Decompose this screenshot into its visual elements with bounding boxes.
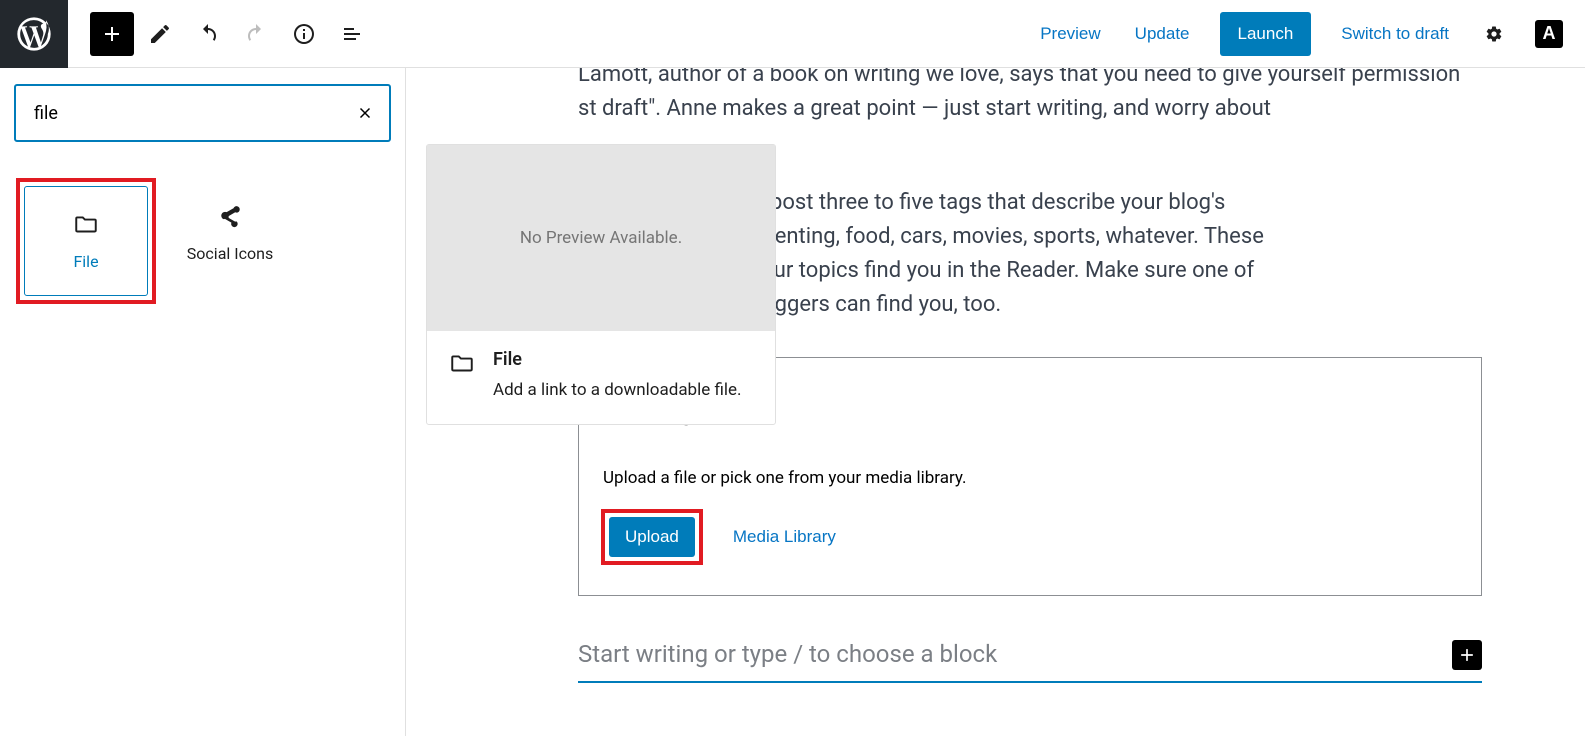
result-social-label: Social Icons (187, 244, 273, 263)
undo-icon (196, 22, 220, 46)
inserter-panel: File Social Icons (0, 68, 406, 736)
switch-to-draft-button[interactable]: Switch to draft (1337, 18, 1453, 50)
inserter-search[interactable] (14, 84, 391, 142)
text: Lamott, author of a book on writing we l… (578, 68, 1460, 87)
folder-icon (449, 351, 475, 377)
details-button[interactable] (282, 12, 326, 56)
info-icon (292, 22, 316, 46)
undo-button[interactable] (186, 12, 230, 56)
block-preview-area: No Preview Available. (427, 145, 775, 331)
inserter-results: File Social Icons (14, 178, 391, 304)
folder-icon (73, 212, 99, 238)
close-icon (356, 104, 374, 122)
settings-button[interactable] (1479, 19, 1509, 49)
upload-button[interactable]: Upload (609, 517, 695, 557)
jetpack-letter: A (1543, 23, 1556, 44)
update-button[interactable]: Update (1131, 18, 1194, 50)
clear-search-button[interactable] (353, 101, 377, 125)
popover-title: File (493, 349, 742, 370)
file-block-hint: Upload a file or pick one from your medi… (603, 465, 1459, 491)
tools-button[interactable] (138, 12, 182, 56)
list-icon (340, 22, 364, 46)
upload-highlight: Upload (601, 509, 703, 565)
plus-icon (100, 22, 124, 46)
result-file-label: File (73, 252, 98, 271)
block-description: File Add a link to a downloadable file. (427, 331, 775, 424)
file-block-actions: Upload Media Library (601, 509, 1459, 565)
jetpack-button[interactable]: A (1535, 20, 1563, 48)
redo-button[interactable] (234, 12, 278, 56)
result-highlight-file: File (16, 178, 156, 304)
pencil-icon (148, 22, 172, 46)
toolbar-left-group (90, 12, 374, 56)
block-preview-popover: No Preview Available. File Add a link to… (426, 144, 776, 425)
outline-button[interactable] (330, 12, 374, 56)
wordpress-logo[interactable] (0, 0, 68, 68)
appender-add-button[interactable] (1452, 640, 1482, 670)
share-icon (217, 204, 243, 230)
redo-icon (244, 22, 268, 46)
result-file-block[interactable]: File (24, 186, 148, 296)
no-preview-text: No Preview Available. (520, 228, 682, 248)
plus-icon (1457, 645, 1477, 665)
block-appender[interactable]: Start writing or type / to choose a bloc… (578, 636, 1482, 683)
result-social-icons-block[interactable]: Social Icons (168, 178, 292, 288)
media-library-button[interactable]: Media Library (727, 526, 842, 548)
launch-button[interactable]: Launch (1220, 12, 1312, 56)
text: st draft". Anne makes a great point — ju… (578, 96, 1271, 121)
paragraph-1[interactable]: Lamott, author of a book on writing we l… (578, 68, 1509, 126)
editor-toolbar: Preview Update Launch Switch to draft A (0, 0, 1585, 68)
preview-button[interactable]: Preview (1036, 18, 1104, 50)
toolbar-right-group: Preview Update Launch Switch to draft A (1036, 12, 1585, 56)
inserter-search-input[interactable] (32, 102, 353, 125)
inserter-toggle-button[interactable] (90, 12, 134, 56)
gear-icon (1485, 22, 1503, 46)
appender-placeholder: Start writing or type / to choose a bloc… (578, 636, 1452, 673)
popover-subtitle: Add a link to a downloadable file. (493, 380, 742, 400)
wordpress-icon (14, 14, 54, 54)
workspace: File Social Icons Lamott, author of a bo… (0, 68, 1585, 736)
